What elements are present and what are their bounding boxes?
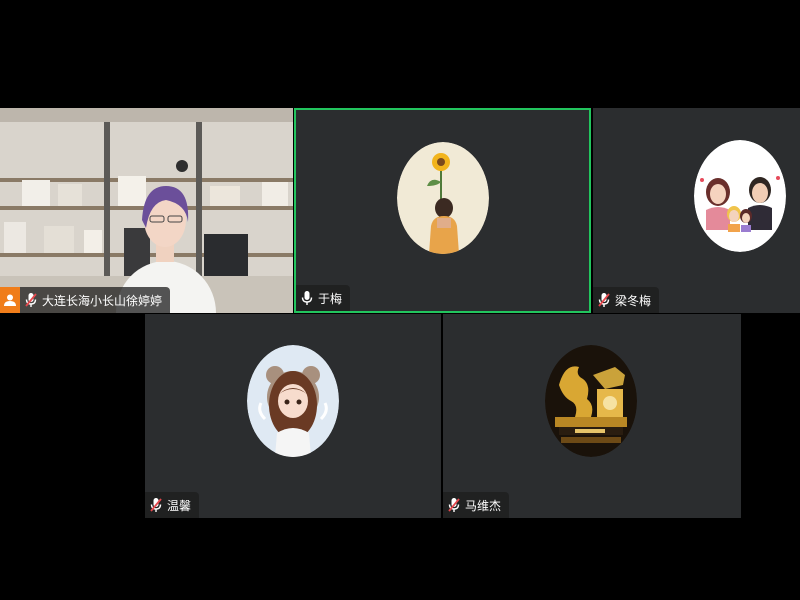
participant-label: 梁冬梅 <box>593 287 660 313</box>
participant-label: 马维杰 <box>443 492 510 518</box>
mic-muted-icon <box>443 492 465 518</box>
participant-avatar <box>545 345 637 457</box>
participant-avatar <box>694 140 786 252</box>
mic-muted-icon <box>20 287 42 313</box>
participant-name: 于梅 <box>318 291 343 306</box>
participant-tile-5[interactable]: 马维杰 <box>443 314 741 518</box>
participant-name: 温馨 <box>167 498 192 513</box>
participant-label: 温馨 <box>145 492 200 518</box>
mic-muted-icon <box>145 492 167 518</box>
host-badge <box>0 287 20 313</box>
participant-tile-2[interactable]: 于梅 <box>294 108 591 313</box>
participant-video <box>0 108 293 313</box>
participant-name: 大连长海小长山徐婷婷 <box>42 293 163 308</box>
participant-avatar <box>247 345 339 457</box>
participant-tile-3[interactable]: 梁冬梅 <box>593 108 800 313</box>
video-gallery: 大连长海小长山徐婷婷 于梅 梁冬梅 温馨 马维杰 <box>0 0 800 600</box>
participant-label: 于梅 <box>296 285 351 311</box>
participant-tile-1[interactable]: 大连长海小长山徐婷婷 <box>0 108 293 313</box>
participant-tile-4[interactable]: 温馨 <box>145 314 441 518</box>
participant-name: 梁冬梅 <box>615 293 652 308</box>
mic-muted-icon <box>593 287 615 313</box>
participant-avatar <box>397 142 489 254</box>
participant-name: 马维杰 <box>465 498 502 513</box>
mic-icon <box>296 285 318 311</box>
user-icon <box>4 294 16 306</box>
participant-label: 大连长海小长山徐婷婷 <box>0 287 171 313</box>
